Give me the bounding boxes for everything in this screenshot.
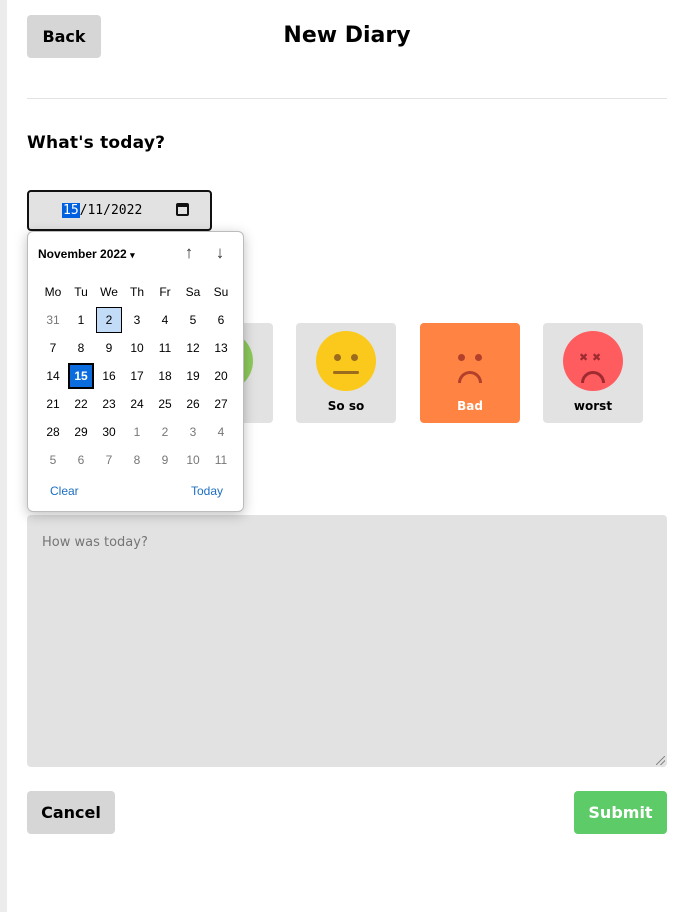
header-divider xyxy=(27,98,667,99)
weekday-label: Mo xyxy=(44,285,62,299)
calendar-day[interactable]: 6 xyxy=(67,446,95,474)
weekday-label: Tu xyxy=(74,285,88,299)
calendar-day[interactable]: 1 xyxy=(67,306,95,334)
date-input[interactable]: 15/11/2022 xyxy=(27,190,212,231)
calendar-day[interactable]: 21 xyxy=(39,390,67,418)
weekday-label: Th xyxy=(129,285,144,299)
calendar-day[interactable]: 3 xyxy=(123,306,151,334)
previous-month-arrow-icon[interactable]: ↑ xyxy=(177,241,201,265)
emotion-card-so-so[interactable]: So so xyxy=(296,323,396,423)
weekday-label: Sa xyxy=(185,285,201,299)
submit-button[interactable]: Submit xyxy=(574,791,667,834)
calendar-day[interactable]: 11 xyxy=(207,446,235,474)
emotion-card-worst[interactable]: ✖ ✖ worst xyxy=(543,323,643,423)
calendar-day[interactable]: 8 xyxy=(123,446,151,474)
calendar-week-row: 5 6 7 8 9 10 11 xyxy=(39,446,235,474)
next-month-arrow-icon[interactable]: ↓ xyxy=(208,241,232,265)
emotion-label: worst xyxy=(573,399,613,413)
calendar-week-row: 7 8 9 10 11 12 13 xyxy=(39,334,235,362)
cancel-button[interactable]: Cancel xyxy=(27,791,115,834)
calendar-day[interactable]: 1 xyxy=(123,418,151,446)
calendar-day[interactable]: 13 xyxy=(207,334,235,362)
weekday-label: We xyxy=(100,285,118,299)
calendar-day[interactable]: 22 xyxy=(67,390,95,418)
calendar-day[interactable]: 18 xyxy=(151,362,179,390)
weekday-header-row: Mo Tu We Th Fr Sa Su xyxy=(39,278,235,306)
calendar-day[interactable]: 6 xyxy=(207,306,235,334)
calendar-day[interactable]: 4 xyxy=(207,418,235,446)
month-label: November 2022 xyxy=(38,247,127,261)
sad-face-icon xyxy=(440,331,500,391)
dizzy-face-icon: ✖ ✖ xyxy=(563,331,623,391)
calendar-day[interactable]: 9 xyxy=(151,446,179,474)
calendar-day-focused[interactable]: 2 xyxy=(95,306,123,334)
calendar-day[interactable]: 31 xyxy=(39,306,67,334)
calendar-day[interactable]: 17 xyxy=(123,362,151,390)
calendar-day[interactable]: 23 xyxy=(95,390,123,418)
calendar-week-row: 31 1 2 3 4 5 6 xyxy=(39,306,235,334)
calendar-day[interactable]: 14 xyxy=(39,362,67,390)
calendar-day[interactable]: 10 xyxy=(179,446,207,474)
weekday-label: Su xyxy=(213,285,229,299)
calendar-day[interactable]: 11 xyxy=(151,334,179,362)
calendar-day[interactable]: 30 xyxy=(95,418,123,446)
calendar-day-label: 15 xyxy=(68,363,94,389)
calendar-day[interactable]: 3 xyxy=(179,418,207,446)
calendar-clear-button[interactable]: Clear xyxy=(50,484,79,498)
calendar-week-row: 14 15 16 17 18 19 20 xyxy=(39,362,235,390)
caret-down-icon: ▾ xyxy=(130,250,135,260)
calendar-day[interactable]: 5 xyxy=(179,306,207,334)
emotion-label: Bad xyxy=(457,399,483,413)
calendar-day[interactable]: 12 xyxy=(179,334,207,362)
calendar-day[interactable]: 19 xyxy=(179,362,207,390)
date-picker-popup: November 2022 ▾ ↑ ↓ Mo Tu We Th Fr Sa Su… xyxy=(27,231,244,512)
calendar-day[interactable]: 29 xyxy=(67,418,95,446)
calendar-day[interactable]: 4 xyxy=(151,306,179,334)
calendar-day[interactable]: 20 xyxy=(207,362,235,390)
calendar-day[interactable]: 5 xyxy=(39,446,67,474)
calendar-day[interactable]: 24 xyxy=(123,390,151,418)
left-rail xyxy=(0,0,7,912)
date-rest-segment[interactable]: /11/2022 xyxy=(80,203,143,218)
calendar-day[interactable]: 7 xyxy=(95,446,123,474)
calendar-day-selected[interactable]: 15 xyxy=(67,362,95,390)
calendar-week-row: 21 22 23 24 25 26 27 xyxy=(39,390,235,418)
calendar-day[interactable]: 2 xyxy=(151,418,179,446)
emotion-label: So so xyxy=(327,399,365,413)
calendar-day[interactable]: 28 xyxy=(39,418,67,446)
diary-textarea[interactable] xyxy=(27,515,667,767)
calendar-week-row: 28 29 30 1 2 3 4 xyxy=(39,418,235,446)
header: Back New Diary xyxy=(27,15,667,58)
calendar-icon[interactable] xyxy=(176,203,189,216)
calendar-day[interactable]: 25 xyxy=(151,390,179,418)
date-day-segment[interactable]: 15 xyxy=(62,203,80,218)
month-selector[interactable]: November 2022 ▾ xyxy=(38,247,135,261)
calendar-day[interactable]: 7 xyxy=(39,334,67,362)
calendar-day[interactable]: 16 xyxy=(95,362,123,390)
calendar-day[interactable]: 26 xyxy=(179,390,207,418)
calendar-day[interactable]: 9 xyxy=(95,334,123,362)
calendar-day[interactable]: 10 xyxy=(123,334,151,362)
calendar-grid: Mo Tu We Th Fr Sa Su 31 1 2 3 4 5 6 7 8 … xyxy=(39,278,235,474)
emotion-card-bad[interactable]: Bad xyxy=(420,323,520,423)
calendar-day[interactable]: 8 xyxy=(67,334,95,362)
resize-grip-icon[interactable] xyxy=(656,756,665,765)
date-value: 15/11/2022 xyxy=(62,203,142,218)
neutral-face-icon xyxy=(316,331,376,391)
weekday-label: Fr xyxy=(159,285,171,299)
page-title: New Diary xyxy=(283,23,411,48)
section-title-today: What's today? xyxy=(27,133,166,153)
calendar-today-button[interactable]: Today xyxy=(191,484,223,498)
calendar-day[interactable]: 27 xyxy=(207,390,235,418)
calendar-day-label: 2 xyxy=(96,307,122,333)
